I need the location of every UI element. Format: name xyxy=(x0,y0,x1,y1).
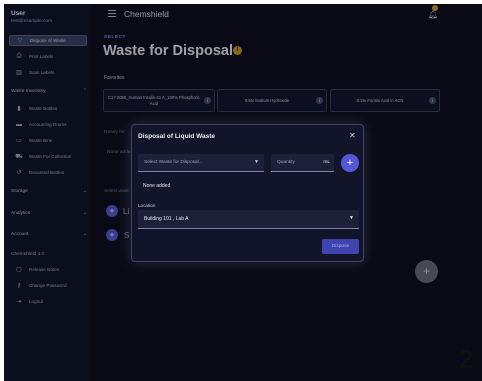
location-label: Location xyxy=(138,203,156,208)
dropdown-arrow-icon: ▼ xyxy=(254,159,259,165)
dropdown-arrow-icon: ▼ xyxy=(349,215,354,221)
waste-select[interactable]: Select Waste for Disposal... ▼ xyxy=(138,154,264,172)
quantity-unit: mL xyxy=(323,160,330,165)
app-frame: User test@example.com ▽ Dispose of Waste… xyxy=(0,0,482,381)
location-value: Building 101 , Lab A xyxy=(144,216,189,222)
disposal-dialog: Disposal of Liquid Waste ✕ Select Waste … xyxy=(131,124,364,262)
waste-select-placeholder: Select Waste for Disposal... xyxy=(144,160,203,165)
dialog-title: Disposal of Liquid Waste xyxy=(138,133,216,140)
add-waste-button[interactable]: + xyxy=(341,154,359,172)
quantity-input[interactable]: Quantity mL xyxy=(271,154,334,172)
page-number: 2 xyxy=(459,344,474,374)
none-added-text: None added xyxy=(143,183,171,189)
dispose-button[interactable]: Dispose xyxy=(322,239,359,254)
close-icon[interactable]: ✕ xyxy=(349,131,356,140)
quantity-placeholder: Quantity xyxy=(277,160,295,165)
location-select[interactable]: Building 101 , Lab A ▼ xyxy=(138,210,359,229)
